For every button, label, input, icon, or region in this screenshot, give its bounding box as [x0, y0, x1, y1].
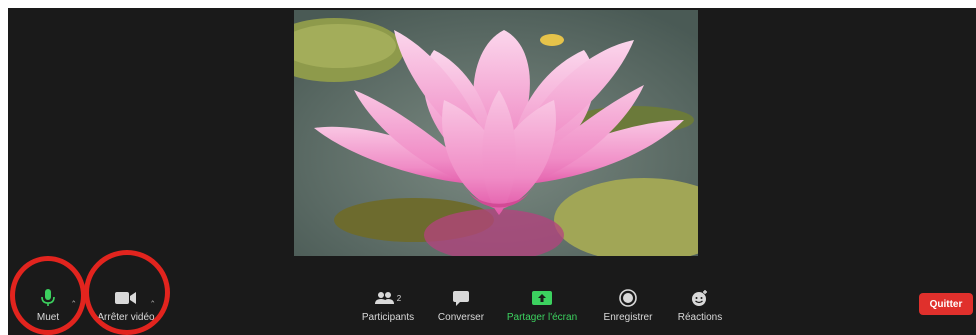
stop-video-button[interactable]: Arrêter vidéo [94, 288, 158, 328]
mute-options-caret-icon[interactable]: ‸ [72, 292, 75, 303]
participants-count: 2 [396, 293, 402, 303]
participants-button[interactable]: 2 Participants [358, 288, 418, 328]
video-options-caret-icon[interactable]: ‸ [151, 292, 154, 303]
reactions-icon [691, 288, 709, 308]
mute-label: Muet [36, 312, 60, 323]
participants-icon [374, 292, 394, 304]
leave-meeting-button[interactable]: Quitter [919, 293, 973, 315]
lotus-flower-image [294, 10, 698, 256]
share-screen-label: Partager l'écran [506, 312, 578, 323]
chat-label: Converser [437, 312, 485, 323]
reactions-label: Réactions [677, 312, 723, 323]
record-icon [619, 288, 637, 308]
stop-video-label: Arrêter vidéo [97, 312, 155, 323]
share-screen-button[interactable]: Partager l'écran [500, 288, 584, 328]
chat-bubble-icon [452, 288, 470, 308]
share-screen-icon [531, 288, 553, 308]
shared-video-tile [294, 10, 698, 256]
mute-button[interactable]: Muet [28, 288, 68, 328]
meeting-toolbar: Muet ‸ Arrêter vidéo ‸ 2 Participants Co… [8, 262, 976, 335]
participants-label: Participants [361, 312, 415, 323]
reactions-button[interactable]: Réactions [672, 288, 728, 328]
video-camera-icon [115, 288, 137, 308]
microphone-icon [41, 288, 55, 308]
chat-button[interactable]: Converser [433, 288, 489, 328]
record-button[interactable]: Enregistrer [598, 288, 658, 328]
record-label: Enregistrer [603, 312, 653, 323]
